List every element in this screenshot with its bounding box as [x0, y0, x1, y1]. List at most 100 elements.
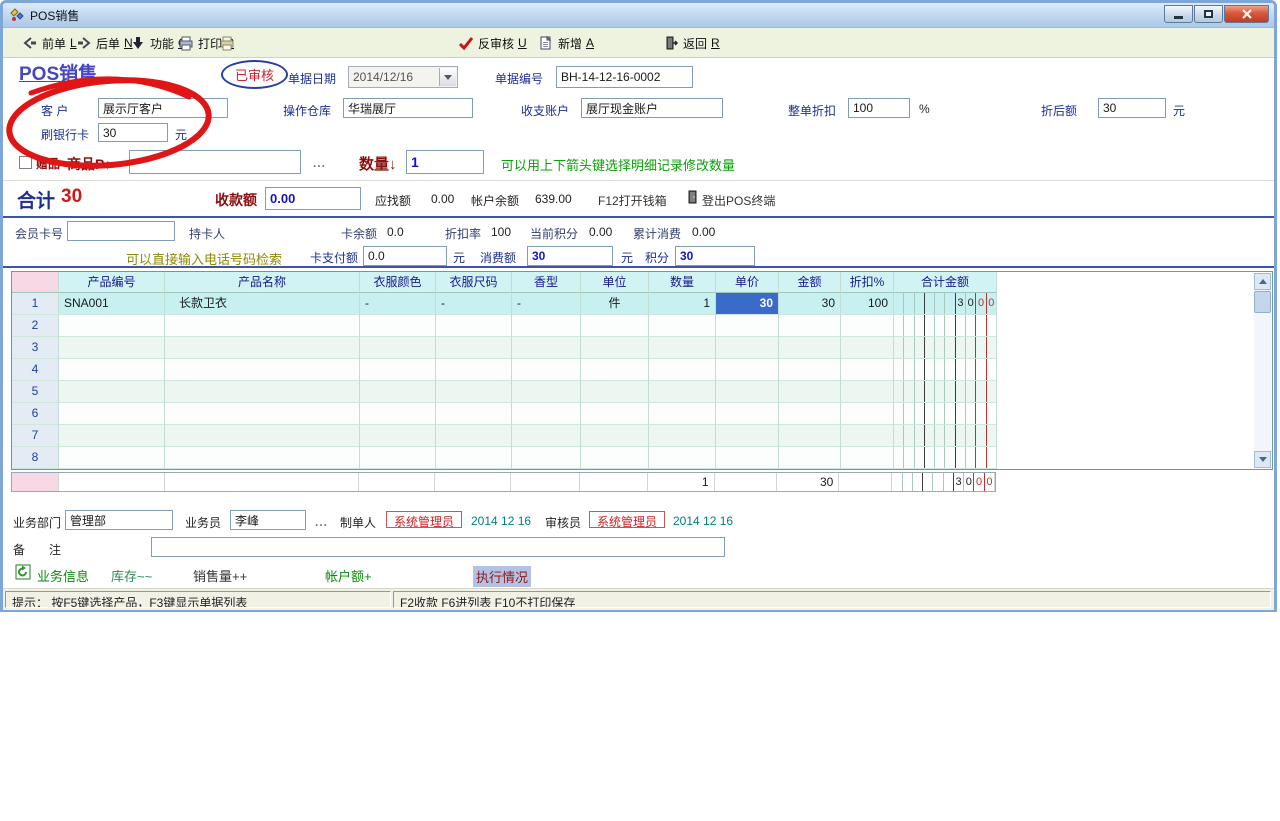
- card-pay-input[interactable]: [363, 246, 447, 266]
- table-row: 3: [12, 337, 1272, 359]
- red-check-icon: [458, 35, 474, 51]
- return-button[interactable]: 返回R: [660, 32, 723, 54]
- totals-qty: 1: [648, 473, 715, 491]
- cell-price-selected[interactable]: 30: [716, 293, 779, 315]
- grid-corner-cell: [12, 272, 59, 293]
- minimize-icon: [1174, 16, 1183, 19]
- scroll-up-button[interactable]: [1254, 273, 1271, 290]
- col-header-total-amount: 合计金额: [894, 272, 997, 293]
- rate-value: 100: [491, 225, 511, 239]
- salesman-label: 业务员: [185, 514, 221, 531]
- balance-value: 639.00: [535, 192, 572, 206]
- cell-total-digits[interactable]: 3000: [894, 293, 997, 315]
- yuan-suffix-3: 元: [453, 249, 465, 266]
- arrow-up-icon: [1259, 279, 1267, 284]
- next-doc-label: 后单: [96, 35, 120, 52]
- product-label: 商品P↑: [67, 154, 111, 174]
- cell-color[interactable]: -: [360, 293, 436, 315]
- row-number: 2: [12, 315, 59, 337]
- arrow-down-icon: [1259, 457, 1267, 462]
- score-label: 积分: [645, 249, 669, 266]
- minimize-button[interactable]: [1164, 5, 1193, 23]
- cumulative-value: 0.00: [692, 225, 715, 239]
- change-label: 应找额: [375, 192, 411, 209]
- product-input[interactable]: [129, 150, 301, 174]
- cell-amount[interactable]: 30: [779, 293, 841, 315]
- gift-checkbox[interactable]: [19, 156, 32, 169]
- dept-input[interactable]: [65, 510, 173, 530]
- col-header-size: 衣服尺码: [436, 272, 512, 293]
- cell-size[interactable]: -: [436, 293, 512, 315]
- items-grid: 产品编号 产品名称 衣服颜色 衣服尺码 香型 单位 数量 单价 金额 折扣% 合…: [11, 271, 1273, 470]
- salesman-browse-button[interactable]: ...: [315, 515, 328, 529]
- doc-date-dropdown-button[interactable]: [439, 68, 456, 86]
- score-input[interactable]: [675, 246, 755, 266]
- info-execution-status[interactable]: 执行情况: [473, 566, 531, 587]
- printer-icon: [219, 35, 235, 51]
- account-input[interactable]: [581, 98, 723, 118]
- row-number: 6: [12, 403, 59, 425]
- doc-no-input[interactable]: [556, 66, 693, 88]
- gift-label: 赠品: [36, 155, 60, 172]
- window-title: POS销售: [30, 7, 79, 24]
- col-header-discount: 折扣%: [841, 272, 894, 293]
- table-row: 5: [12, 381, 1272, 403]
- maximize-icon: [1204, 10, 1213, 18]
- remark-label-1: 备: [13, 541, 25, 558]
- remark-input[interactable]: [151, 537, 725, 557]
- doc-date-combo[interactable]: 2014/12/16: [348, 66, 458, 88]
- maximize-button[interactable]: [1194, 5, 1223, 23]
- table-row: 4: [12, 359, 1272, 381]
- cell-scent[interactable]: -: [512, 293, 581, 315]
- cell-unit[interactable]: 件: [581, 293, 649, 315]
- cell-name[interactable]: 长款卫衣: [165, 293, 360, 315]
- holder-label: 持卡人: [189, 225, 225, 242]
- auditor-date: 2014 12 16: [673, 514, 733, 528]
- salesman-input[interactable]: [230, 510, 306, 530]
- audit-stamp: 已审核: [221, 60, 288, 89]
- row-number: 7: [12, 425, 59, 447]
- bank-card-input[interactable]: [98, 123, 168, 142]
- yuan-suffix-1: 元: [1173, 102, 1185, 119]
- doc-date-label: 单据日期: [288, 70, 336, 87]
- member-card-input[interactable]: [67, 221, 175, 241]
- discounted-label: 折后额: [1041, 102, 1077, 119]
- unaudit-button[interactable]: 反审核U: [455, 32, 530, 54]
- auditor-label: 审核员: [545, 514, 581, 531]
- consume-input[interactable]: [527, 246, 613, 266]
- separator-blue-2: [3, 266, 1274, 268]
- cell-qty[interactable]: 1: [649, 293, 716, 315]
- dept-label: 业务部门: [13, 514, 61, 531]
- yuan-suffix-2: 元: [175, 126, 187, 143]
- creator-date: 2014 12 16: [471, 514, 531, 528]
- product-browse-button[interactable]: ...: [313, 156, 326, 170]
- printer-quick-button[interactable]: [216, 32, 238, 54]
- new-doc-button[interactable]: 新增A: [535, 32, 597, 54]
- warehouse-input[interactable]: [343, 98, 473, 118]
- logout-pos-link[interactable]: 登出POS终端: [702, 192, 775, 209]
- scroll-thumb[interactable]: [1254, 291, 1271, 313]
- info-business-info[interactable]: 业务信息: [37, 566, 89, 585]
- close-button[interactable]: [1224, 5, 1269, 23]
- prev-doc-label: 前单: [42, 35, 66, 52]
- close-icon: [1242, 9, 1252, 19]
- grid-vertical-scrollbar[interactable]: [1254, 273, 1271, 468]
- cell-code[interactable]: SNA001: [59, 293, 165, 315]
- card-pay-label: 卡支付额: [310, 249, 358, 266]
- info-inventory[interactable]: 库存~~: [111, 566, 152, 585]
- prev-doc-button[interactable]: 前单L: [19, 32, 80, 54]
- info-account-amount[interactable]: 帐户额+: [325, 566, 372, 585]
- f12-hint: F12打开钱箱: [598, 192, 667, 209]
- whole-discount-input[interactable]: [848, 98, 910, 118]
- points-label: 当前积分: [530, 225, 578, 242]
- scroll-down-button[interactable]: [1254, 451, 1271, 468]
- info-sales-volume[interactable]: 销售量++: [193, 566, 247, 585]
- received-input[interactable]: [265, 187, 361, 210]
- cell-discount[interactable]: 100: [841, 293, 894, 315]
- discounted-input[interactable]: [1098, 98, 1166, 118]
- grid-header-row: 产品编号 产品名称 衣服颜色 衣服尺码 香型 单位 数量 单价 金额 折扣% 合…: [12, 272, 1272, 293]
- customer-input[interactable]: [98, 98, 228, 118]
- qty-input[interactable]: [406, 150, 484, 174]
- desktop-background: POS销售 前单L: [0, 0, 1280, 821]
- total-value: 30: [61, 186, 82, 208]
